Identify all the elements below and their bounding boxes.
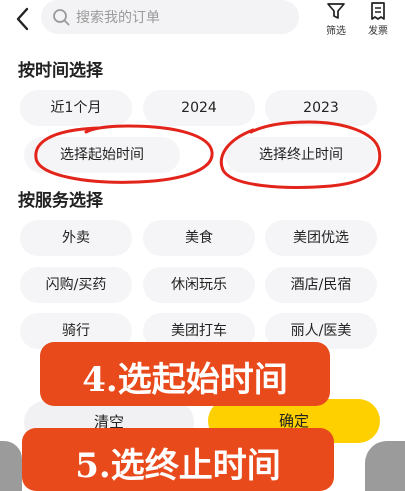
background-overlay-left	[0, 441, 22, 491]
search-bar[interactable]	[41, 0, 299, 34]
time-option-1-month[interactable]: 近1个月	[20, 90, 132, 126]
time-option-2024[interactable]: 2024	[143, 90, 255, 126]
background-overlay-right	[365, 441, 405, 491]
invoice-icon	[371, 2, 385, 20]
service-item-leisure[interactable]: 休闲玩乐	[143, 267, 255, 303]
chevron-left-icon	[16, 7, 29, 31]
time-option-2023[interactable]: 2023	[265, 90, 377, 126]
step5-annotation-banner: 5.选终止时间	[22, 428, 334, 491]
service-item-youxuan[interactable]: 美团优选	[265, 220, 377, 256]
end-time-picker[interactable]: 选择终止时间	[225, 137, 377, 173]
invoice-label: 发票	[368, 26, 388, 37]
invoice-button[interactable]: 发票	[358, 0, 398, 40]
filter-icon	[327, 3, 345, 19]
start-time-picker[interactable]: 选择起始时间	[24, 137, 180, 173]
time-section-title: 按时间选择	[18, 61, 103, 81]
search-icon	[53, 9, 70, 26]
service-item-food[interactable]: 美食	[143, 220, 255, 256]
filter-button[interactable]: 筛选	[316, 0, 356, 40]
service-item-hotel[interactable]: 酒店/民宿	[265, 267, 377, 303]
step5-annotation-text: 5.选终止时间	[75, 446, 281, 486]
step4-annotation-banner: 4.选起始时间	[40, 342, 330, 406]
top-bar: 筛选 发票	[0, 0, 405, 42]
back-button[interactable]	[8, 4, 38, 34]
service-section-title: 按服务选择	[18, 191, 103, 211]
search-input[interactable]	[74, 4, 293, 32]
step4-annotation-text: 4.选起始时间	[82, 360, 288, 400]
filter-label: 筛选	[326, 26, 346, 37]
service-item-shangou[interactable]: 闪购/买药	[20, 267, 132, 303]
service-item-waimai[interactable]: 外卖	[20, 220, 132, 256]
